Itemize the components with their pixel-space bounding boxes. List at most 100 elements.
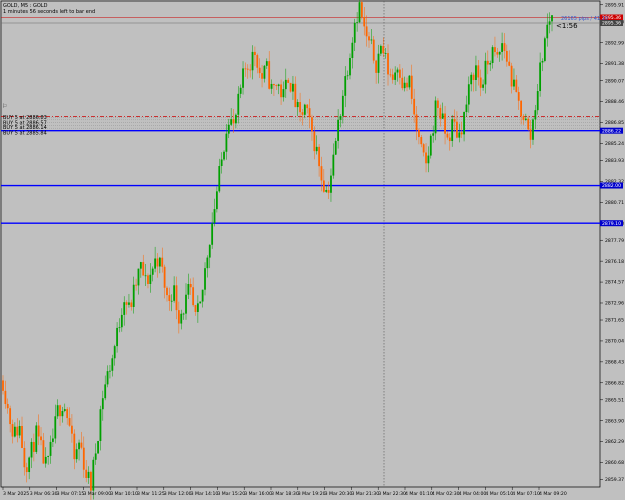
candle-body <box>239 87 242 94</box>
candle-body <box>275 85 278 87</box>
candle-body <box>529 129 532 140</box>
candle-body <box>158 257 161 267</box>
candle-body <box>261 73 263 79</box>
candle-body <box>189 283 192 288</box>
price-tick-label: 2886.85 <box>605 120 624 126</box>
candle-body <box>451 119 454 142</box>
candle-body <box>40 436 42 441</box>
price-badge-label: 2879.10 <box>602 221 621 227</box>
candle-body <box>415 114 418 131</box>
candle-body <box>422 144 425 153</box>
candle-body <box>104 384 107 399</box>
candle-body <box>6 403 9 409</box>
candle-body <box>484 60 487 85</box>
candle-body <box>370 39 373 41</box>
alert-arrow-icon[interactable]: ⚐ <box>2 103 7 110</box>
candle-body <box>87 471 90 478</box>
candle-body <box>401 77 404 89</box>
candle-body <box>135 284 137 286</box>
candle-body <box>80 442 83 448</box>
mt-chart-window[interactable]: 2895.912894.602892.992891.382890.072888.… <box>0 0 625 500</box>
candle-body <box>16 426 19 436</box>
candle-body <box>394 72 397 80</box>
candle-body <box>237 93 240 115</box>
candle-body <box>223 151 225 160</box>
candle-body <box>398 69 401 78</box>
price-chart[interactable]: 2895.912894.602892.992891.382890.072888.… <box>0 0 625 500</box>
candle-body <box>106 371 109 385</box>
time-tick-label: 3 Mar 16:00 <box>244 491 272 497</box>
candle-body <box>427 155 430 164</box>
time-tick-label: 3 Mar 2025 <box>3 491 29 497</box>
candle-body <box>268 61 271 89</box>
candle-body <box>177 310 180 324</box>
candle-body <box>389 74 392 76</box>
candle-body <box>211 223 214 245</box>
candle-body <box>66 409 69 419</box>
time-tick-label: 3 Mar 19:20 <box>298 491 326 497</box>
candle-body <box>149 274 152 284</box>
candle-body <box>32 441 35 452</box>
candle-body <box>498 51 501 55</box>
candle-body <box>235 114 237 124</box>
price-tick-label: 2892.99 <box>605 40 624 46</box>
candle-body <box>173 285 176 301</box>
candle-body <box>35 425 38 452</box>
candle-body <box>175 285 178 311</box>
candle-body <box>360 2 363 17</box>
candle-body <box>18 425 21 436</box>
candle-body <box>225 133 228 152</box>
candle-body <box>289 82 292 92</box>
time-tick-label: 3 Mar 14:10 <box>191 491 219 497</box>
time-tick-label: 3 Mar 06:30 <box>30 491 58 497</box>
candle-body <box>49 441 52 456</box>
candle-body <box>465 104 468 113</box>
candle-body <box>54 416 57 439</box>
candle-body <box>125 302 128 305</box>
candle-body <box>341 95 344 116</box>
time-tick-label: 4 Mar 04:00 <box>459 491 487 497</box>
candle-body <box>365 26 368 37</box>
candle-body <box>524 118 527 120</box>
candle-body <box>441 113 444 119</box>
candle-body <box>151 268 154 275</box>
candle-body <box>208 244 211 258</box>
candle-body <box>418 130 420 138</box>
candle-body <box>273 83 275 86</box>
candle-body <box>330 175 332 193</box>
candle-body <box>472 74 475 81</box>
candle-body <box>163 266 166 288</box>
candle-body <box>467 84 470 105</box>
price-tick-label: 2870.04 <box>605 339 624 345</box>
candle-body <box>306 104 309 109</box>
order-label: BUY 5 at 2885.84 <box>3 131 47 137</box>
candle-body <box>486 60 489 65</box>
candle-body <box>299 102 301 113</box>
candle-body <box>375 60 378 73</box>
candle-body <box>254 51 256 56</box>
candle-body <box>42 440 45 464</box>
candle-body <box>28 457 31 473</box>
candle-body <box>513 79 515 87</box>
candle-body <box>479 77 482 88</box>
candle-body <box>339 115 342 120</box>
candle-body <box>377 53 380 73</box>
candle-body <box>489 63 492 65</box>
candle-body <box>118 327 121 329</box>
candle-body <box>425 152 427 164</box>
candle-body <box>320 166 323 181</box>
candle-body <box>11 424 14 437</box>
candle-body <box>332 154 335 176</box>
candle-body <box>44 456 47 464</box>
candle-body <box>294 83 297 108</box>
time-tick-label: 3 Mar 15:20 <box>217 491 245 497</box>
time-tick-label: 3 Mar 18:30 <box>271 491 299 497</box>
candle-body <box>437 100 439 108</box>
price-tick-label: 2888.46 <box>605 99 624 105</box>
candle-body <box>482 84 484 88</box>
candle-body <box>170 300 173 302</box>
time-tick-label: 4 Mar 05:10 <box>485 491 513 497</box>
candle-body <box>156 258 159 267</box>
candle-body <box>503 43 506 51</box>
price-tick-label: 2865.51 <box>605 397 624 403</box>
